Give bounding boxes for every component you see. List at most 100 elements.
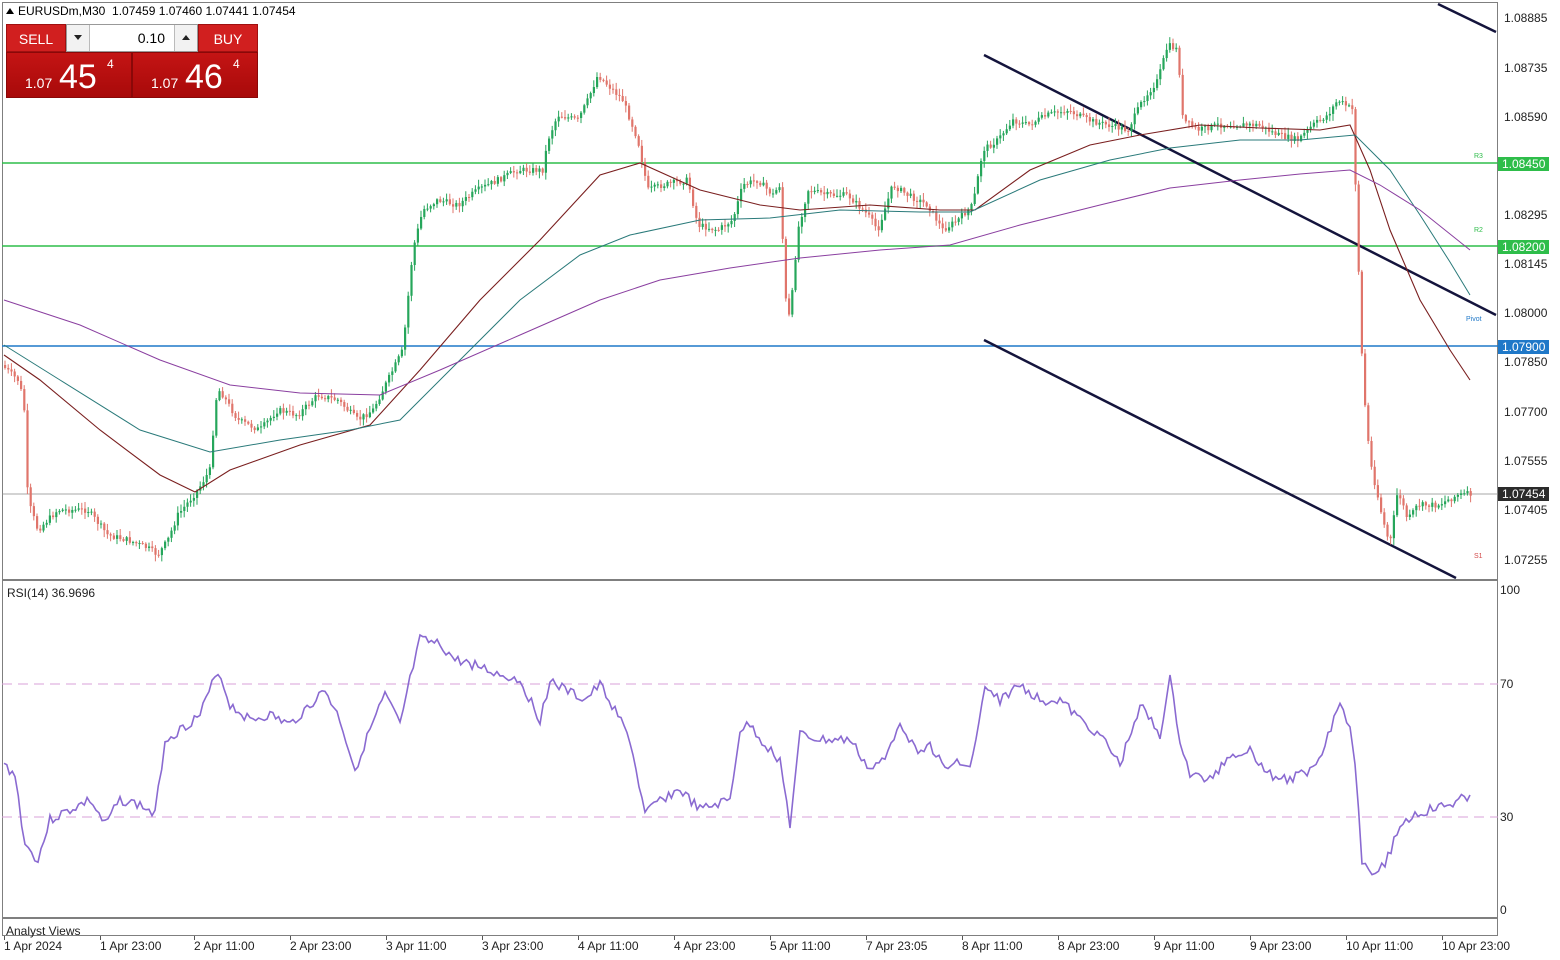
candle-body xyxy=(548,138,551,151)
candle-body xyxy=(1197,126,1200,131)
buy-price-main: 46 xyxy=(185,58,223,96)
candle-body xyxy=(77,508,80,510)
candle-body xyxy=(311,401,314,406)
ohlc-values: 1.07459 1.07460 1.07441 1.07454 xyxy=(112,4,296,18)
candle-body xyxy=(1175,47,1178,50)
candle-body xyxy=(1332,106,1335,114)
candle-body xyxy=(1127,130,1130,132)
candle-body xyxy=(960,213,963,219)
candle-body xyxy=(1207,125,1210,131)
chevron-up-icon xyxy=(182,35,190,40)
price-axis-label: 1.07850 xyxy=(1504,355,1548,369)
candle-body xyxy=(532,168,535,173)
lot-size-value[interactable]: 0.10 xyxy=(91,25,165,51)
candle-body xyxy=(1421,502,1424,507)
candle-body xyxy=(999,135,1002,139)
candle-body xyxy=(52,515,55,518)
candle-body xyxy=(458,202,461,207)
time-axis-label: 2 Apr 11:00 xyxy=(194,939,255,953)
candle-body xyxy=(887,198,890,209)
candle-body xyxy=(276,413,279,417)
candle-body xyxy=(1117,123,1120,130)
candle-body xyxy=(973,193,976,205)
buy-price-box[interactable]: 1.07 46 4 xyxy=(132,52,258,98)
candle-body xyxy=(1437,505,1440,508)
time-axis-label: 3 Apr 11:00 xyxy=(386,939,447,953)
sell-price-main: 45 xyxy=(59,58,97,96)
candle-body xyxy=(84,508,87,513)
candle-body xyxy=(720,225,723,230)
candle-body xyxy=(381,391,384,400)
price-axis-label: 1.08735 xyxy=(1504,61,1548,75)
candle-body xyxy=(682,183,685,185)
candle-body xyxy=(1412,510,1415,515)
candle-body xyxy=(112,535,115,539)
candle-body xyxy=(1165,49,1168,59)
time-axis-tick xyxy=(962,936,963,940)
time-axis-tick xyxy=(578,936,579,940)
sell-price-box[interactable]: 1.07 45 4 xyxy=(6,52,132,98)
price-chart[interactable] xyxy=(0,0,1560,960)
lot-size-field[interactable]: 0.10 xyxy=(66,24,198,52)
price-axis-label: 1.07405 xyxy=(1504,503,1548,517)
candle-body xyxy=(445,199,448,202)
candle-body xyxy=(1005,129,1008,134)
time-axis-label: 1 Apr 23:00 xyxy=(100,939,162,953)
candle-body xyxy=(1047,112,1050,117)
candle-body xyxy=(554,121,557,131)
candle-body xyxy=(1018,123,1021,125)
candle-body xyxy=(1124,126,1127,131)
candle-body xyxy=(1434,502,1437,508)
candle-body xyxy=(439,199,442,202)
candle-body xyxy=(736,201,739,215)
candle-body xyxy=(813,190,816,192)
candle-body xyxy=(1402,498,1405,506)
candle-body xyxy=(426,208,429,210)
collapse-triangle-icon[interactable] xyxy=(6,8,14,14)
candle-body xyxy=(746,183,749,185)
candle-body xyxy=(980,160,983,177)
candle-body xyxy=(874,218,877,227)
candle-body xyxy=(346,406,349,411)
candle-body xyxy=(266,420,269,423)
candle-body xyxy=(916,200,919,203)
candle-body xyxy=(1303,132,1306,136)
sell-button[interactable]: SELL xyxy=(6,24,66,52)
candle-body xyxy=(519,170,522,174)
pivot-price-tag: 1.07900 xyxy=(1498,340,1550,354)
candle-body xyxy=(1162,58,1165,70)
lot-increase-button[interactable] xyxy=(174,25,197,51)
candle-body xyxy=(1376,485,1379,498)
candle-body xyxy=(295,415,298,417)
candle-body xyxy=(954,221,957,223)
candle-body xyxy=(970,204,973,210)
lot-decrease-button[interactable] xyxy=(67,25,90,51)
candle-body xyxy=(68,509,71,513)
candle-body xyxy=(301,409,304,417)
candle-body xyxy=(1172,43,1175,50)
candle-body xyxy=(237,417,240,420)
candle-body xyxy=(1405,505,1408,517)
ma-fast-line xyxy=(3,124,1471,493)
candle-body xyxy=(1258,123,1261,126)
candle-body xyxy=(704,223,707,230)
buy-button[interactable]: BUY xyxy=(198,24,258,52)
candle-body xyxy=(1466,491,1469,494)
candle-body xyxy=(42,524,45,531)
candle-body xyxy=(596,77,599,88)
candle-body xyxy=(468,197,471,199)
candle-body xyxy=(368,412,371,418)
candle-body xyxy=(96,516,99,524)
candle-body xyxy=(228,399,231,404)
candle-body xyxy=(730,220,733,225)
time-axis-label: 8 Apr 23:00 xyxy=(1058,939,1120,953)
candle-body xyxy=(260,426,263,428)
candle-body xyxy=(503,175,506,182)
candle-body xyxy=(1184,115,1187,122)
candle-body xyxy=(388,374,391,383)
candle-body xyxy=(487,184,490,186)
current-price-tag: 1.07454 xyxy=(1498,487,1550,501)
time-axis-label: 4 Apr 23:00 xyxy=(674,939,736,953)
candle-body xyxy=(1460,493,1463,495)
candle-body xyxy=(698,217,701,227)
